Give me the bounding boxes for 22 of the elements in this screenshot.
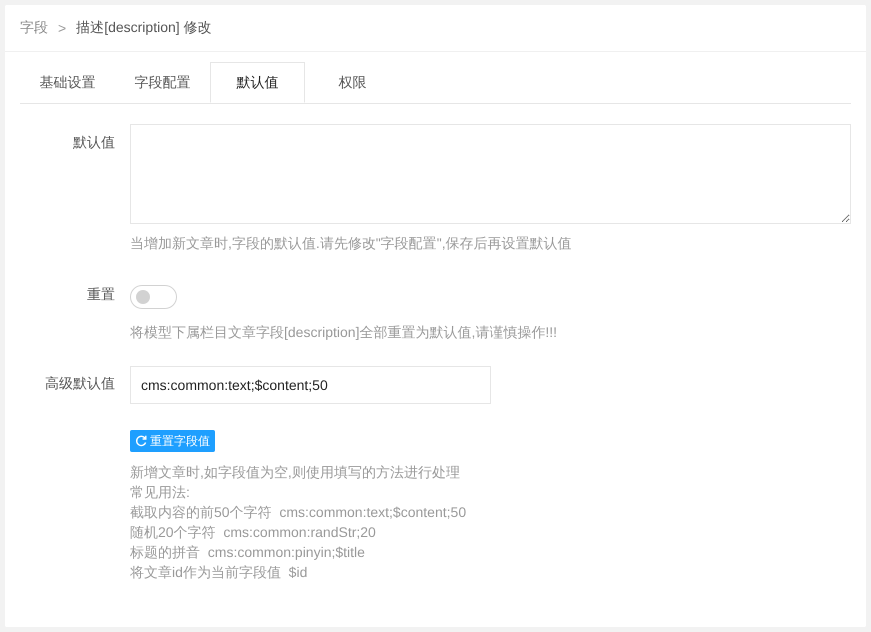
advanced-default-input[interactable]: cms:common:text;$content;50 [130,366,491,404]
field-label: 重置 [86,285,116,304]
help-text: 新增文章时,如字段值为空,则使用填写的方法进行处理 [130,463,461,482]
reset-toggle[interactable] [130,285,177,309]
tab[interactable]: 字段配置 [115,62,210,103]
field-label: 默认值 [72,133,116,152]
tab[interactable]: 默认值 [210,62,305,103]
help-text: 当增加新文章时,字段的默认值.请先修改"字段配置",保存后再设置默认值 [130,235,573,253]
field-label: 高级默认值 [44,374,116,393]
help-text: 标题的拼音 cms:common:pinyin;$title [130,543,366,562]
tab[interactable]: 基础设置 [20,62,115,103]
breadcrumb-link[interactable]: 字段 [20,19,48,37]
refresh-icon [135,435,147,447]
help-text: 随机20个字符 cms:common:randStr;20 [130,523,377,542]
default-value-textarea[interactable] [130,124,851,224]
help-text: 将模型下属栏目文章字段[description]全部重置为默认值,请谨慎操作!!! [130,324,558,342]
help-text: 截取内容的前50个字符 cms:common:text;$content;50 [130,503,468,522]
tab[interactable]: 权限 [305,62,400,103]
breadcrumb-separator: > [58,20,66,36]
help-text: 将文章id作为当前字段值 $id [130,563,308,582]
breadcrumb-current: 描述[description] 修改 [76,19,212,37]
help-text: 常见用法: [130,483,191,502]
